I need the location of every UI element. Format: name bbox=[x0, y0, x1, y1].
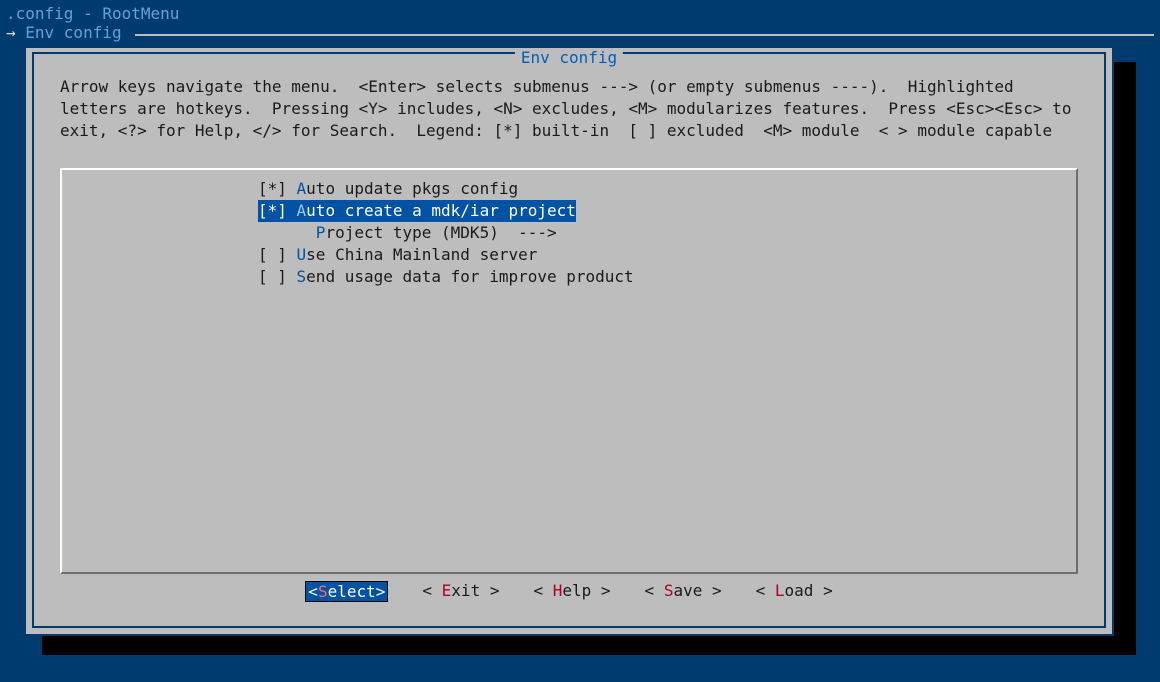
menu-item-label: end usage data for improve product bbox=[306, 267, 634, 286]
menu-item-label: uto update pkgs config bbox=[306, 179, 518, 198]
dialog-title: Env config bbox=[515, 50, 623, 66]
menu-item-marker: [ ] bbox=[258, 245, 297, 264]
menu-item-marker: [*] bbox=[258, 179, 297, 198]
menu-item-label: uto create a mdk/iar project bbox=[306, 201, 576, 220]
dialog-border: Env config Arrow keys navigate the menu.… bbox=[32, 52, 1106, 628]
menu-item-hotkey: A bbox=[297, 201, 307, 220]
breadcrumb: → Env config bbox=[0, 23, 1160, 43]
menu-item-2[interactable]: Project type (MDK5) ---> bbox=[258, 222, 1076, 244]
breadcrumb-rule bbox=[135, 34, 1154, 36]
menu-list[interactable]: [*] Auto update pkgs config[*] Auto crea… bbox=[60, 168, 1078, 574]
button-hotkey: S bbox=[664, 581, 674, 600]
app-title: .config - RootMenu bbox=[0, 0, 1160, 23]
button-save[interactable]: < Save > bbox=[645, 581, 722, 602]
menu-item-4[interactable]: [ ] Send usage data for improve product bbox=[258, 266, 1076, 288]
button-hotkey: S bbox=[318, 582, 328, 601]
button-select[interactable]: <Select> bbox=[305, 581, 388, 602]
menu-item-label: roject type (MDK5) ---> bbox=[325, 223, 556, 242]
menu-item-0[interactable]: [*] Auto update pkgs config bbox=[258, 178, 1076, 200]
help-text: Arrow keys navigate the menu. <Enter> se… bbox=[60, 76, 1078, 142]
breadcrumb-arrow-icon: → bbox=[6, 23, 25, 43]
menu-item-hotkey: A bbox=[297, 179, 307, 198]
menu-item-marker: [*] bbox=[258, 201, 297, 220]
menu-item-hotkey: U bbox=[297, 245, 307, 264]
menu-item-marker: [ ] bbox=[258, 267, 297, 286]
menu-item-hotkey: P bbox=[316, 223, 326, 242]
button-exit[interactable]: < Exit > bbox=[422, 581, 499, 602]
button-load[interactable]: < Load > bbox=[756, 581, 833, 602]
button-hotkey: H bbox=[553, 581, 563, 600]
button-bar: <Select> < Exit > < Help > < Save > < Load > bbox=[34, 581, 1104, 602]
button-help[interactable]: < Help > bbox=[533, 581, 610, 602]
menu-item-1[interactable]: [*] Auto create a mdk/iar project bbox=[258, 200, 576, 222]
menu-item-hotkey: S bbox=[297, 267, 307, 286]
button-hotkey: E bbox=[442, 581, 452, 600]
menu-item-3[interactable]: [ ] Use China Mainland server bbox=[258, 244, 1076, 266]
button-hotkey: L bbox=[775, 581, 785, 600]
menu-item-marker bbox=[258, 223, 316, 242]
env-config-dialog: Env config Arrow keys navigate the menu.… bbox=[24, 46, 1114, 636]
breadcrumb-label: Env config bbox=[25, 23, 121, 43]
menu-item-label: se China Mainland server bbox=[306, 245, 537, 264]
